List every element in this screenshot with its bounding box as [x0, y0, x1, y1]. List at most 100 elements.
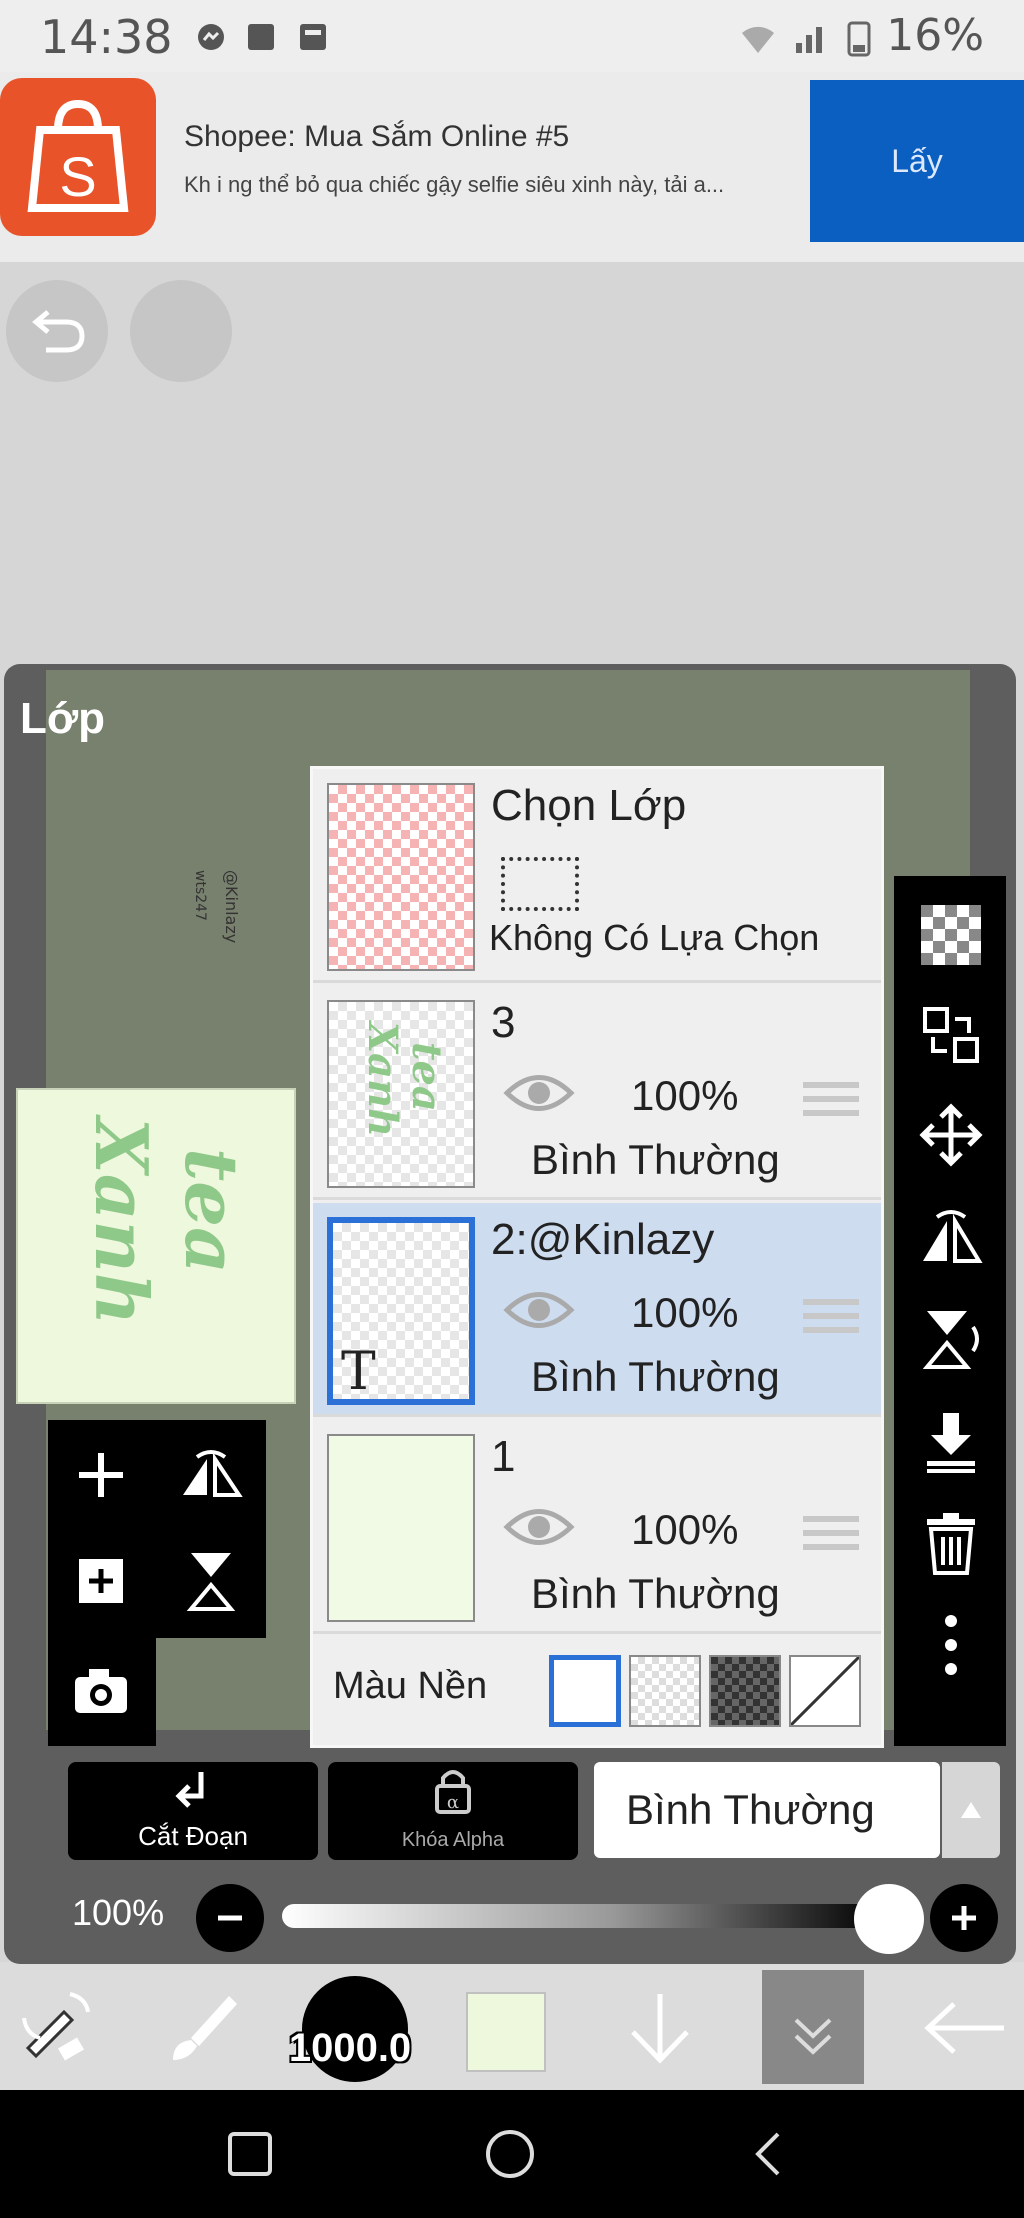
- undo-icon: [32, 310, 85, 353]
- svg-text:Xanh: Xanh: [359, 1019, 406, 1137]
- signal-icon: [796, 27, 823, 53]
- selection-layer-row[interactable]: Chọn Lớp Không Có Lựa Chọn: [313, 769, 881, 983]
- status-bar: 14:38 16%: [0, 0, 1024, 72]
- layer-name: 2:@Kinlazy: [491, 1215, 715, 1264]
- layer-list: Chọn Lớp Không Có Lựa Chọn tea Xanh 3 100…: [310, 766, 884, 1748]
- drag-handle-icon[interactable]: [803, 1516, 859, 1556]
- more-options-button[interactable]: [916, 1610, 986, 1680]
- bg-swatch-white[interactable]: [549, 1655, 621, 1727]
- layers-button[interactable]: [762, 1970, 864, 2084]
- add-special-layer-button[interactable]: [66, 1546, 136, 1616]
- back-button[interactable]: [910, 1966, 1020, 2090]
- opacity-label: 100%: [72, 1892, 165, 1933]
- transparency-checker-button[interactable]: [916, 900, 986, 970]
- svg-text:wts247: wts247: [192, 870, 208, 921]
- brush-tool-button[interactable]: [158, 1966, 248, 2090]
- svg-text:S: S: [59, 145, 96, 208]
- opacity-increase-button[interactable]: [930, 1884, 998, 1952]
- layer-blend-mode: Bình Thường: [531, 1136, 780, 1183]
- move-layer-button[interactable]: [916, 1100, 986, 1170]
- layer-thumbnail: tea Xanh: [327, 1000, 475, 1188]
- undo-button[interactable]: [6, 280, 108, 382]
- alpha-lock-button[interactable]: α Khóa Alpha: [328, 1762, 578, 1860]
- gallery-icon: [300, 24, 326, 50]
- svg-text:α: α: [447, 1792, 459, 1813]
- recents-icon[interactable]: [222, 2126, 278, 2182]
- layer-row[interactable]: tea Xanh 3 100% Bình Thường: [313, 986, 881, 1200]
- flip-vertical-icon: [922, 1311, 979, 1369]
- panel-title: Lớp: [20, 694, 106, 743]
- camera-button[interactable]: [66, 1656, 136, 1726]
- opacity-decrease-button[interactable]: [196, 1884, 264, 1952]
- visibility-eye-icon[interactable]: [503, 1287, 575, 1333]
- layer-name: 1: [491, 1432, 516, 1481]
- minus-icon: [218, 1915, 242, 1921]
- brush-size-value: 1000.0: [288, 2026, 412, 2070]
- ad-install-button[interactable]: Lấy: [810, 80, 1024, 242]
- flip-horizontal-button[interactable]: [176, 1440, 246, 1510]
- current-color-swatch[interactable]: [466, 1992, 546, 2072]
- visibility-eye-icon[interactable]: [503, 1504, 575, 1550]
- svg-text:tea: tea: [403, 1042, 450, 1112]
- background-color-row: Màu Nền: [313, 1635, 881, 1745]
- svg-text:tea: tea: [169, 1148, 254, 1274]
- merge-down-icon: [927, 1413, 975, 1473]
- artwork-thumbnail: tea Xanh: [16, 1088, 296, 1404]
- clipping-label: Cắt Đoạn: [138, 1821, 248, 1851]
- layer-blend-mode: Bình Thường: [531, 1570, 780, 1617]
- merge-down-button[interactable]: [916, 1406, 986, 1476]
- layer-row[interactable]: 1 100% Bình Thường: [313, 1420, 881, 1634]
- bg-swatch-transparent[interactable]: [629, 1655, 701, 1727]
- alpha-lock-label: Khóa Alpha: [401, 1829, 505, 1851]
- swap-icon: [923, 1007, 979, 1063]
- nav-back-icon[interactable]: [740, 2126, 796, 2182]
- layer-opacity: 100%: [631, 1506, 739, 1553]
- opacity-slider-knob[interactable]: [854, 1884, 924, 1954]
- blend-mode-select[interactable]: Bình Thường: [594, 1762, 940, 1858]
- move-down-button[interactable]: [620, 1966, 700, 2090]
- drag-handle-icon[interactable]: [803, 1082, 859, 1122]
- flip-vertical-button[interactable]: [176, 1546, 246, 1616]
- layer-thumbnail: [327, 1434, 475, 1622]
- background-color-label: Màu Nền: [333, 1665, 488, 1707]
- layer-actions-toolbar: [894, 876, 1006, 1746]
- lock-icon: α: [328, 1768, 578, 1824]
- battery-text: 16%: [886, 10, 984, 61]
- drag-handle-icon[interactable]: [803, 1299, 859, 1339]
- blend-mode-dropdown-arrow[interactable]: [942, 1762, 1000, 1858]
- tool-switch-button[interactable]: [8, 1966, 104, 2090]
- redo-button[interactable]: [130, 280, 232, 382]
- shopping-bag-icon: S: [27, 99, 129, 212]
- move-arrows-icon: [919, 1103, 983, 1167]
- swap-layers-button[interactable]: [916, 1000, 986, 1070]
- layer-thumbnail: T: [327, 1217, 475, 1405]
- plus-icon: [79, 1453, 123, 1497]
- opacity-slider-track[interactable]: [282, 1904, 882, 1928]
- add-layer-square-icon: [79, 1559, 123, 1603]
- shopee-logo: S: [0, 78, 156, 236]
- ad-banner[interactable]: S Shopee: Mua Sắm Online #5 Kh i ng thể …: [0, 72, 1024, 262]
- camera-icon: [75, 1669, 127, 1713]
- brush-icon: [173, 1996, 237, 2060]
- delete-layer-button[interactable]: [916, 1508, 986, 1578]
- layer-opacity: 100%: [631, 1072, 739, 1119]
- messenger-icon: [198, 24, 224, 50]
- battery-percent: 16%: [738, 10, 984, 61]
- selection-status: Không Có Lựa Chọn: [489, 917, 820, 958]
- home-icon[interactable]: [482, 2126, 538, 2182]
- svg-text:Xanh: Xanh: [79, 1114, 164, 1325]
- checker-icon: [921, 905, 981, 965]
- add-layer-button[interactable]: [66, 1440, 136, 1510]
- battery-icon: [847, 21, 871, 57]
- clipping-button[interactable]: Cắt Đoạn: [68, 1762, 318, 1860]
- notification-square-icon: [248, 24, 274, 50]
- layer-row[interactable]: T 2:@Kinlazy 100% Bình Thường: [313, 1203, 881, 1417]
- bg-swatch-none[interactable]: [789, 1655, 861, 1727]
- flip-layer-horizontal-button[interactable]: [916, 1202, 986, 1272]
- flip-horizontal-icon: [923, 1210, 983, 1263]
- clip-arrow-icon: [68, 1768, 318, 1822]
- bg-swatch-dark-checker[interactable]: [709, 1655, 781, 1727]
- pen-eraser-swap-icon: [22, 1992, 90, 2061]
- flip-layer-vertical-button[interactable]: [916, 1304, 986, 1374]
- visibility-eye-icon[interactable]: [503, 1070, 575, 1116]
